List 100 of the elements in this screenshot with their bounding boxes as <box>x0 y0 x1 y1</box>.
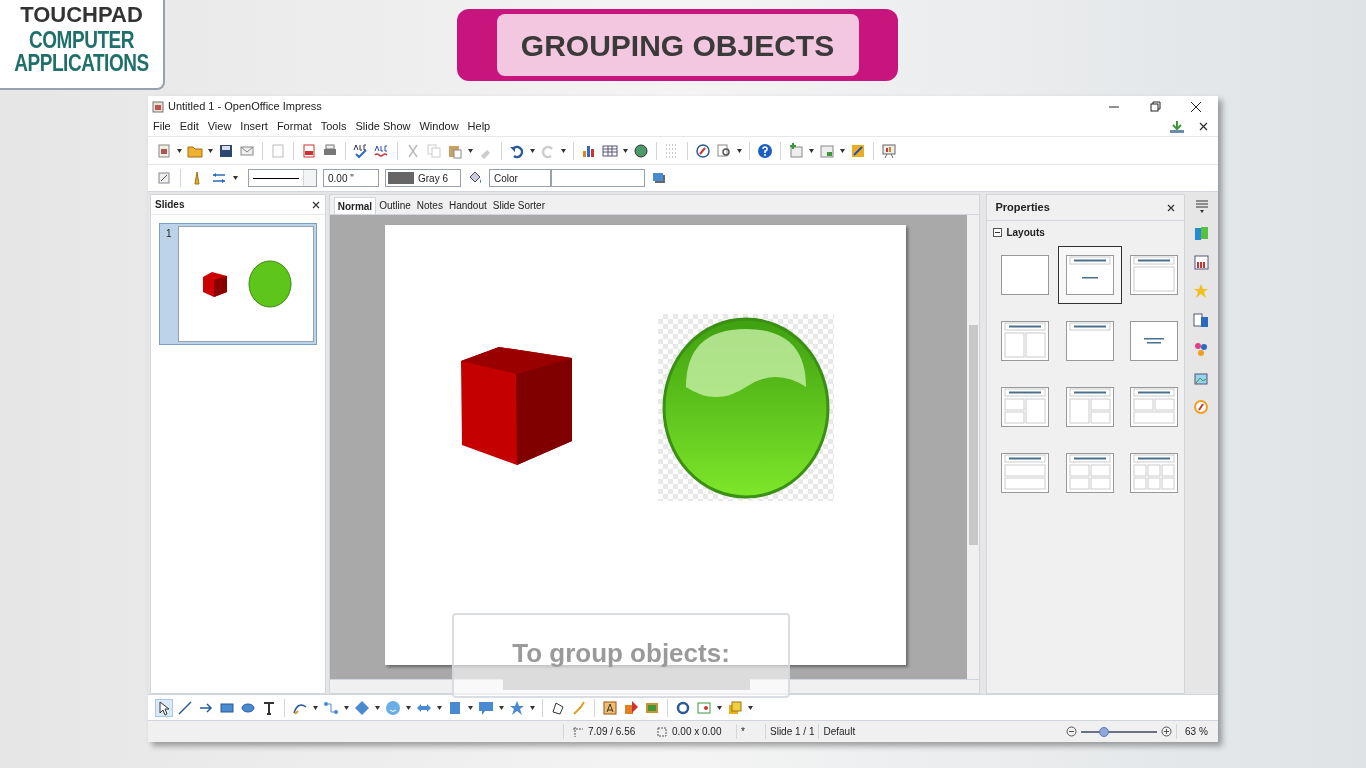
dropdown-arrow-icon[interactable] <box>561 148 566 153</box>
vertical-scrollbar[interactable] <box>967 215 980 679</box>
menu-item[interactable]: File <box>152 118 172 135</box>
cursor-position: 7.09 / 6.56 <box>588 725 636 739</box>
new-document-icon[interactable] <box>156 142 172 159</box>
menu-item[interactable]: Edit <box>178 118 200 135</box>
align-icon[interactable] <box>696 699 712 716</box>
line-width-field[interactable]: 0.00 " <box>323 169 379 187</box>
dropdown-arrow-icon[interactable] <box>748 705 753 710</box>
zoom-icon[interactable] <box>716 142 732 159</box>
line-style-icon[interactable] <box>156 170 172 186</box>
compass-icon[interactable] <box>695 142 711 159</box>
menu-item[interactable]: View <box>206 118 233 135</box>
table-icon[interactable] <box>602 142 618 159</box>
collapse-icon[interactable] <box>993 228 1003 237</box>
shadow-icon[interactable] <box>651 170 667 186</box>
master-page-name: Default <box>822 725 857 739</box>
view-tab[interactable]: Notes <box>413 197 446 214</box>
dropdown-arrow-icon[interactable] <box>375 705 380 710</box>
zoom-in-icon[interactable] <box>1161 726 1172 737</box>
download-icon[interactable] <box>1169 119 1185 134</box>
dropdown-arrow-icon[interactable] <box>530 705 535 710</box>
layout-preview-icon <box>1065 387 1114 427</box>
slide-indicator: Slide 1 / 1 <box>766 724 820 739</box>
dropdown-arrow-icon[interactable] <box>313 705 318 710</box>
text-frame-icon[interactable] <box>602 699 618 716</box>
view-tab[interactable]: Outline <box>376 197 414 214</box>
arrange-icon[interactable] <box>727 699 743 716</box>
dropdown-arrow-icon[interactable] <box>344 705 349 710</box>
dropdown-arrow-icon[interactable] <box>840 148 845 153</box>
slide-layout-icon[interactable] <box>819 142 835 159</box>
logo-brand: TOUCHPAD <box>20 4 143 26</box>
layout-option[interactable] <box>1057 246 1122 304</box>
panel-title: Properties <box>995 200 1051 216</box>
globe-icon[interactable] <box>633 142 649 159</box>
help-icon[interactable] <box>757 142 773 159</box>
area-style-dropdown[interactable]: Color <box>489 169 551 187</box>
dropdown-arrow-icon[interactable] <box>233 176 238 180</box>
menu-item[interactable]: Slide Show <box>354 118 412 135</box>
flowchart-icon[interactable] <box>447 699 463 716</box>
section-header[interactable]: Layouts <box>987 225 1185 240</box>
star-icon[interactable] <box>509 699 525 716</box>
line-color-dropdown[interactable]: Gray 6 <box>385 169 461 187</box>
text-icon[interactable] <box>261 699 277 716</box>
dropdown-arrow-icon[interactable] <box>468 148 473 153</box>
slide-design-icon[interactable] <box>850 142 866 159</box>
zoom-slider-thumb[interactable] <box>1098 726 1109 737</box>
zoom-slider[interactable] <box>1081 726 1157 737</box>
menu-item[interactable]: Insert <box>239 118 269 135</box>
pointer-icon[interactable] <box>156 699 172 716</box>
menu-icon[interactable] <box>1194 198 1211 214</box>
layout-preview-icon <box>1001 321 1050 361</box>
line-style-dropdown[interactable] <box>248 169 317 187</box>
caption-text: To group objects: <box>512 636 730 670</box>
menu-item[interactable]: Window <box>418 118 460 135</box>
auto-spellcheck-icon[interactable] <box>374 142 390 159</box>
banner-title: GROUPING OBJECTS <box>496 14 859 76</box>
layout-preview-icon <box>1065 321 1114 361</box>
dropdown-arrow-icon[interactable] <box>499 705 504 710</box>
slide-thumbnail[interactable]: 1 <box>159 223 317 345</box>
arrow-style-icon[interactable] <box>211 170 227 186</box>
shapes-icon[interactable] <box>623 699 639 716</box>
zoom-out-icon[interactable] <box>1066 726 1077 737</box>
rotate-icon[interactable] <box>675 699 691 716</box>
callout-icon[interactable] <box>478 699 494 716</box>
area-fill-dropdown[interactable] <box>551 169 645 187</box>
dropdown-arrow-icon[interactable] <box>737 148 742 153</box>
paint-bucket-icon[interactable] <box>467 170 483 186</box>
dropdown-arrow-icon[interactable] <box>437 705 442 710</box>
menu-item[interactable]: Format <box>275 118 313 135</box>
line-icon[interactable] <box>177 699 193 716</box>
menu-item[interactable]: Tools <box>319 118 348 135</box>
new-slide-icon[interactable] <box>788 142 804 159</box>
pdf-icon[interactable] <box>301 142 317 159</box>
diamond-icon[interactable] <box>354 699 370 716</box>
presentation-icon[interactable] <box>881 142 897 159</box>
dropdown-arrow-icon[interactable] <box>809 148 814 153</box>
layout-preview-icon <box>1001 255 1050 295</box>
points-icon[interactable] <box>550 699 566 716</box>
dropdown-arrow-icon[interactable] <box>406 705 411 710</box>
styles-icon[interactable] <box>1193 254 1212 272</box>
dropdown-arrow-icon[interactable] <box>177 148 182 153</box>
save-icon[interactable] <box>218 142 234 159</box>
window-title: Untitled 1 - OpenOffice Impress <box>168 99 323 115</box>
view-tab[interactable]: Handout <box>445 197 490 214</box>
layout-preview-icon <box>1129 321 1178 361</box>
view-tab[interactable]: Normal <box>333 197 377 214</box>
close-icon[interactable] <box>310 199 321 210</box>
layout-preview-icon <box>1065 453 1114 493</box>
connector-icon[interactable] <box>323 699 339 716</box>
dropdown-arrow-icon[interactable] <box>530 148 535 153</box>
menu-item[interactable]: Help <box>466 118 492 135</box>
view-tab[interactable]: Slide Sorter <box>489 197 548 214</box>
close-icon[interactable] <box>1166 202 1177 213</box>
spellcheck-icon[interactable] <box>353 142 369 159</box>
dropdown-arrow-icon[interactable] <box>623 148 628 153</box>
dropdown-arrow-icon[interactable] <box>208 148 213 153</box>
dropdown-arrow-icon[interactable] <box>468 705 473 710</box>
dropdown-arrow-icon[interactable] <box>717 705 722 710</box>
size-icon <box>656 725 668 738</box>
